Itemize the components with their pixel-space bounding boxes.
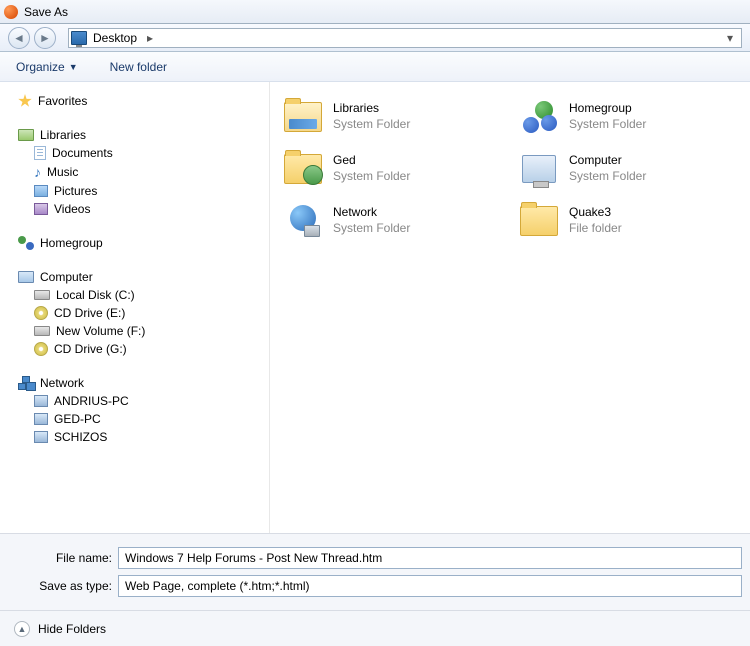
item-sub: System Folder <box>333 169 410 185</box>
pc-icon <box>34 431 48 443</box>
cd-icon <box>34 342 48 356</box>
window-title: Save As <box>24 5 68 19</box>
videos-icon <box>34 203 48 215</box>
item-name: Quake3 <box>569 205 622 221</box>
hide-folders-button[interactable]: Hide Folders <box>38 622 106 636</box>
sidebar-item-documents[interactable]: Documents <box>34 144 269 162</box>
cd-icon <box>34 306 48 320</box>
new-folder-button[interactable]: New folder <box>104 57 173 77</box>
chevron-down-icon: ▼ <box>69 62 78 72</box>
sidebar-item-schizos[interactable]: SCHIZOS <box>34 428 269 446</box>
item-sub: File folder <box>569 221 622 237</box>
breadcrumb-location[interactable]: Desktop <box>89 31 141 45</box>
item-quake3[interactable]: Quake3 File folder <box>516 196 750 246</box>
item-name: Ged <box>333 153 410 169</box>
filename-label: File name: <box>0 551 118 565</box>
savetype-select[interactable]: Web Page, complete (*.htm;*.html) <box>118 575 742 597</box>
item-sub: System Folder <box>569 117 646 133</box>
hide-folders-toggle-icon[interactable]: ▲ <box>14 621 30 637</box>
item-homegroup[interactable]: Homegroup System Folder <box>516 92 750 142</box>
homegroup-icon <box>18 236 34 250</box>
sidebar-favorites[interactable]: Favorites <box>18 92 269 110</box>
breadcrumb[interactable]: Desktop ▸ ▾ <box>68 28 742 48</box>
item-sub: System Folder <box>333 221 410 237</box>
documents-icon <box>34 146 46 160</box>
sidebar-item-music[interactable]: ♪ Music <box>34 162 269 182</box>
computer-icon <box>18 271 34 283</box>
sidebar-item-cd-drive-g[interactable]: CD Drive (G:) <box>34 340 269 358</box>
content-pane[interactable]: Libraries System Folder Homegroup System… <box>270 82 750 533</box>
toolbar: Organize ▼ New folder <box>0 52 750 82</box>
sidebar: Favorites Libraries Documents ♪ Music Pi… <box>0 82 270 533</box>
item-name: Network <box>333 205 410 221</box>
forward-button[interactable]: ► <box>34 27 56 49</box>
computer-large-icon <box>522 155 556 183</box>
libraries-large-icon <box>284 102 322 132</box>
sidebar-network[interactable]: Network <box>18 374 269 392</box>
back-button[interactable]: ◄ <box>8 27 30 49</box>
folder-large-icon <box>520 206 558 236</box>
sidebar-item-new-volume-f[interactable]: New Volume (F:) <box>34 322 269 340</box>
item-sub: System Folder <box>569 169 646 185</box>
disk-icon <box>34 326 50 336</box>
savetype-label: Save as type: <box>0 579 118 593</box>
sidebar-item-videos[interactable]: Videos <box>34 200 269 218</box>
item-ged[interactable]: Ged System Folder <box>280 144 514 194</box>
sidebar-libraries[interactable]: Libraries <box>18 126 269 144</box>
item-network[interactable]: Network System Folder <box>280 196 514 246</box>
bottom-panel: File name: Windows 7 Help Forums - Post … <box>0 533 750 610</box>
sidebar-item-andrius-pc[interactable]: ANDRIUS-PC <box>34 392 269 410</box>
star-icon <box>18 94 32 108</box>
item-computer[interactable]: Computer System Folder <box>516 144 750 194</box>
filename-input[interactable]: Windows 7 Help Forums - Post New Thread.… <box>118 547 742 569</box>
user-folder-large-icon <box>284 154 322 184</box>
sidebar-computer[interactable]: Computer <box>18 268 269 286</box>
item-name: Homegroup <box>569 101 646 117</box>
body: Favorites Libraries Documents ♪ Music Pi… <box>0 82 750 533</box>
libraries-icon <box>18 129 34 141</box>
desktop-icon <box>71 31 87 45</box>
item-name: Computer <box>569 153 646 169</box>
breadcrumb-arrow-icon[interactable]: ▸ <box>143 31 157 45</box>
sidebar-item-local-disk-c[interactable]: Local Disk (C:) <box>34 286 269 304</box>
titlebar: Save As <box>0 0 750 24</box>
item-sub: System Folder <box>333 117 410 133</box>
music-icon: ♪ <box>34 164 41 180</box>
network-icon <box>18 376 34 390</box>
item-name: Libraries <box>333 101 410 117</box>
disk-icon <box>34 290 50 300</box>
homegroup-large-icon <box>521 101 557 133</box>
pc-icon <box>34 413 48 425</box>
sidebar-item-ged-pc[interactable]: GED-PC <box>34 410 269 428</box>
footer: ▲ Hide Folders <box>0 610 750 646</box>
sidebar-item-pictures[interactable]: Pictures <box>34 182 269 200</box>
organize-button[interactable]: Organize ▼ <box>10 57 84 77</box>
sidebar-homegroup[interactable]: Homegroup <box>18 234 269 252</box>
item-libraries[interactable]: Libraries System Folder <box>280 92 514 142</box>
network-large-icon <box>286 205 320 237</box>
firefox-icon <box>4 5 18 19</box>
pictures-icon <box>34 185 48 197</box>
navbar: ◄ ► Desktop ▸ ▾ <box>0 24 750 52</box>
pc-icon <box>34 395 48 407</box>
breadcrumb-dropdown-icon[interactable]: ▾ <box>721 31 739 45</box>
sidebar-item-cd-drive-e[interactable]: CD Drive (E:) <box>34 304 269 322</box>
